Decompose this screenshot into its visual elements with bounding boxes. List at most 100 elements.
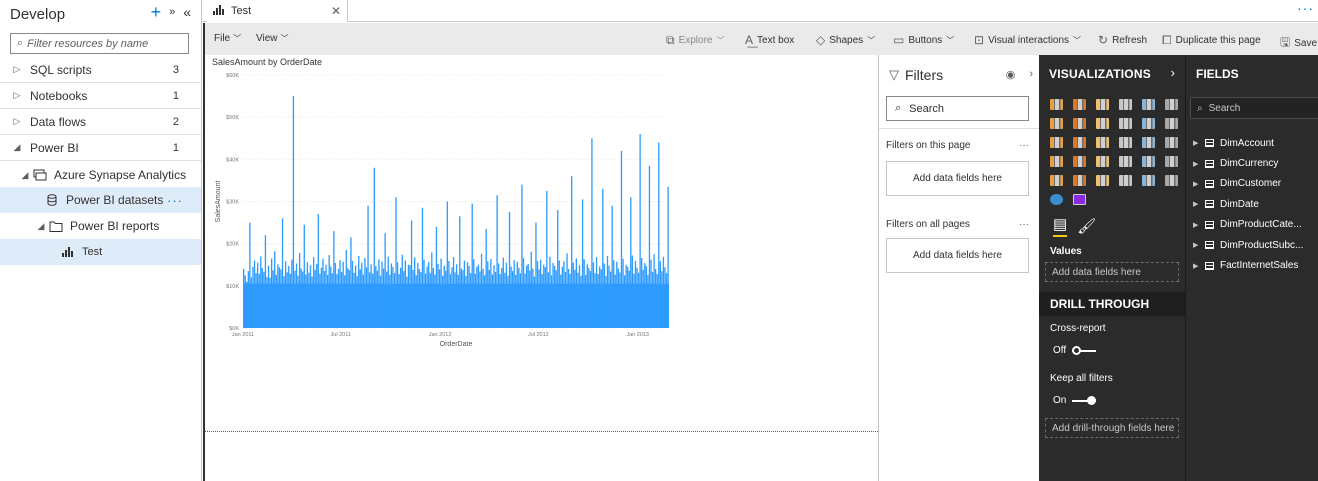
chart-bar[interactable] xyxy=(575,258,578,328)
chart-bar[interactable] xyxy=(387,256,389,328)
chart-bar[interactable] xyxy=(379,275,382,328)
chart-bar[interactable] xyxy=(412,269,414,328)
chart-bar[interactable] xyxy=(442,275,444,328)
chart-bar[interactable] xyxy=(284,261,287,328)
gauge-visual-icon[interactable] xyxy=(1091,152,1113,171)
chart-bar[interactable] xyxy=(571,176,573,328)
chart-bar[interactable] xyxy=(409,265,411,328)
chart-bar[interactable] xyxy=(634,260,637,328)
chart-bar[interactable] xyxy=(631,255,634,328)
filters-all-drop-zone[interactable]: Add data fields here xyxy=(886,238,1029,273)
chart-bar[interactable] xyxy=(471,203,473,328)
chart-bar[interactable] xyxy=(395,197,397,328)
chart-bar[interactable] xyxy=(328,255,330,328)
chart-bar[interactable] xyxy=(494,271,497,328)
100-bar-visual-icon[interactable] xyxy=(1137,95,1159,114)
chart-bar[interactable] xyxy=(295,263,298,328)
chart-bar[interactable] xyxy=(511,271,514,328)
fields-tab-icon[interactable]: ▤ xyxy=(1053,215,1068,237)
chart-bar[interactable] xyxy=(306,262,309,328)
chart-bar[interactable] xyxy=(255,273,257,328)
chart-bar[interactable] xyxy=(260,256,262,328)
chart-bar[interactable] xyxy=(659,261,661,328)
chart-bar[interactable] xyxy=(585,274,587,328)
field-table-row[interactable]: ▶ DimProductCate... xyxy=(1193,215,1303,235)
chart-bar[interactable] xyxy=(466,262,469,328)
chart-bar[interactable] xyxy=(404,260,407,328)
chart-bar[interactable] xyxy=(529,270,531,328)
clustered-column-visual-icon[interactable] xyxy=(1114,95,1136,114)
chart-bar[interactable] xyxy=(317,214,319,328)
chart-bar[interactable] xyxy=(390,263,393,328)
stacked-area-visual-icon[interactable] xyxy=(1091,114,1113,133)
sales-chart[interactable]: $0K$10K$20K$30K$40K$50K$60KJan 2011 Jul 2… xyxy=(205,67,675,367)
field-table-row[interactable]: ▶ DimCurrency xyxy=(1193,153,1303,173)
cross-report-toggle[interactable]: Off xyxy=(1053,345,1097,356)
chart-bar[interactable] xyxy=(298,252,301,328)
more-options-icon[interactable]: ··· xyxy=(167,193,183,208)
chart-bar[interactable] xyxy=(532,268,534,328)
chart-bar[interactable] xyxy=(588,268,590,328)
chart-bar[interactable] xyxy=(302,271,304,328)
chart-bar[interactable] xyxy=(401,254,403,328)
chart-bar[interactable] xyxy=(333,231,335,328)
chart-bar[interactable] xyxy=(578,265,581,328)
chart-bar[interactable] xyxy=(345,249,347,328)
chart-bar[interactable] xyxy=(449,274,452,328)
chart-bar[interactable] xyxy=(312,257,315,328)
chart-bar[interactable] xyxy=(611,205,613,328)
chart-bar[interactable] xyxy=(647,274,649,328)
chart-bar[interactable] xyxy=(595,257,598,328)
chart-bar[interactable] xyxy=(557,209,559,328)
chart-bar[interactable] xyxy=(546,190,548,328)
chart-bar[interactable] xyxy=(642,269,644,328)
chart-bar[interactable] xyxy=(438,269,441,328)
chart-bar[interactable] xyxy=(356,276,358,328)
waterfall-visual-icon[interactable] xyxy=(1045,133,1067,152)
chevron-right-icon[interactable]: › xyxy=(1029,68,1033,81)
chart-bar[interactable] xyxy=(440,258,442,328)
pie-visual-icon[interactable] xyxy=(1114,133,1136,152)
chart-bar[interactable] xyxy=(473,259,475,328)
chart-bar[interactable] xyxy=(452,257,455,328)
chart-bar[interactable] xyxy=(278,267,281,328)
fields-search-input[interactable]: ⌕ Search xyxy=(1190,97,1318,119)
sidebar-item-power-bi[interactable]: ◢ Power BI 1 xyxy=(0,135,201,161)
chart-bar[interactable] xyxy=(426,266,428,328)
chart-bar[interactable] xyxy=(432,268,435,328)
chart-bar[interactable] xyxy=(609,271,612,328)
tree-item-power-bi-datasets[interactable]: Power BI datasets ··· xyxy=(0,187,201,213)
chart-bar[interactable] xyxy=(502,257,504,328)
chart-bar[interactable] xyxy=(420,271,422,328)
chart-bar[interactable] xyxy=(286,272,288,328)
chart-bar[interactable] xyxy=(410,220,413,328)
chart-bar[interactable] xyxy=(322,258,324,328)
collapse-pane-icon[interactable]: « xyxy=(183,4,191,20)
chart-bar[interactable] xyxy=(594,273,596,328)
chart-bar[interactable] xyxy=(477,264,480,328)
chart-bar[interactable] xyxy=(530,251,532,328)
chart-bar[interactable] xyxy=(396,262,399,328)
chevron-right-icon[interactable]: › xyxy=(1171,65,1175,80)
chart-bar[interactable] xyxy=(376,270,379,328)
chart-bar[interactable] xyxy=(323,271,326,328)
chart-bar[interactable] xyxy=(491,274,494,328)
chart-bar[interactable] xyxy=(264,235,267,328)
chart-bar[interactable] xyxy=(244,275,246,328)
chart-bar[interactable] xyxy=(292,96,295,328)
chart-bar[interactable] xyxy=(608,265,610,328)
chart-bar[interactable] xyxy=(288,266,290,328)
chart-bar[interactable] xyxy=(543,264,545,328)
chart-bar[interactable] xyxy=(558,260,560,328)
chart-bar[interactable] xyxy=(382,268,385,328)
chart-bar[interactable] xyxy=(605,276,607,328)
chart-bar[interactable] xyxy=(340,271,343,328)
chart-bar[interactable] xyxy=(253,260,256,328)
funnel-visual-icon[interactable] xyxy=(1068,133,1090,152)
chart-bar[interactable] xyxy=(485,228,487,328)
chart-bar[interactable] xyxy=(446,201,448,329)
chart-bar[interactable] xyxy=(501,268,503,328)
chart-bar[interactable] xyxy=(577,272,579,328)
tab-test[interactable]: Test ✕ xyxy=(207,0,348,22)
filled-map-visual-icon[interactable] xyxy=(1068,152,1090,171)
